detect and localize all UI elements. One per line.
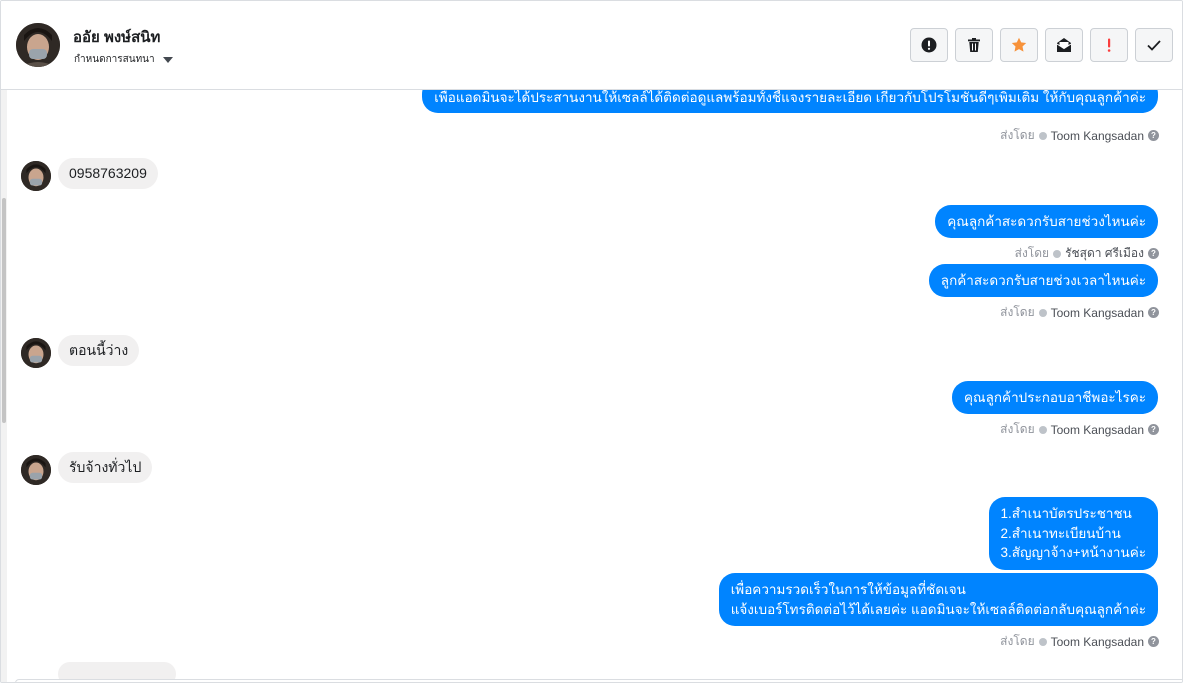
message-text: 0958763209 [69,165,147,181]
sent-by-label: ส่งโดย [1000,128,1035,142]
sent-by-line: ส่งโดย Toom Kangsadan ? [1000,632,1159,651]
sent-by-label: ส่งโดย [1000,422,1035,436]
delete-button[interactable] [955,28,993,62]
trash-icon [968,38,980,52]
conversation-options-dropdown[interactable]: กำหนดการสนทนา [74,52,173,67]
sent-by-line: ส่งโดย Toom Kangsadan ? [1000,126,1159,145]
incoming-message: ตอนนี้ว่าง [58,335,140,366]
sent-by-label: ส่งโดย [1000,305,1035,319]
outgoing-message: ลูกค้าสะดวกรับสายช่วงเวลาไหนค่ะ [928,264,1158,297]
message-text: ลูกค้าสะดวกรับสายช่วงเวลาไหนค่ะ [940,273,1146,288]
message-line: 2.สำเนาทะเบียนบ้าน [1000,525,1121,541]
incoming-message-partial [58,662,176,679]
help-icon[interactable]: ? [1148,424,1159,435]
help-icon[interactable]: ? [1148,130,1159,141]
contact-avatar-small [21,455,51,485]
message-line: 1.สำเนาบัตรประชาชน [1000,506,1132,521]
sent-by-line: ส่งโดย Toom Kangsadan ? [1000,420,1159,439]
verified-icon [1038,637,1047,646]
outgoing-message: เพื่อความรวดเร็วในการให้ข้อมูลที่ชัดเจน … [718,573,1158,626]
message-line: แจ้งเบอร์โทรติดต่อไว้ได้เลยค่ะ แอดมินจะใ… [730,601,1146,617]
sent-by-line: ส่งโดย รัชสุดา ศรีเมือง ? [1015,244,1159,263]
outgoing-message: เพื่อแอดมินจะได้ประสานงานให้เซลล์ได้ติดต… [422,90,1158,113]
alert-circle-icon [921,37,937,53]
contact-avatar-small [21,338,51,368]
mark-unread-icon [1056,38,1072,52]
caret-down-icon [162,56,173,63]
agent-name: รัชสุดา ศรีเมือง [1065,246,1144,260]
help-icon[interactable]: ? [1148,636,1159,647]
outgoing-message: 1.สำเนาบัตรประชาชน 2.สำเนาทะเบียนบ้าน 3.… [988,497,1158,570]
message-text: รับจ้างทั่วไป [69,459,142,475]
verified-icon [1038,131,1047,140]
message-text: ตอนนี้ว่าง [69,342,129,358]
star-icon [1011,37,1027,52]
agent-name: Toom Kangsadan [1050,634,1144,649]
outgoing-message: คุณลูกค้าประกอบอาชีพอะไรคะ [952,381,1158,414]
follow-up-button[interactable] [1090,28,1128,62]
conversation-header: ออัย พงษ์สนิท กำหนดการสนทนา [1,1,1182,90]
incoming-message: รับจ้างทั่วไป [58,452,153,483]
message-line: เพื่อความรวดเร็วในการให้ข้อมูลที่ชัดเจน [730,582,966,597]
conversation-actions [910,28,1173,62]
agent-name: Toom Kangsadan [1050,128,1144,143]
sent-by-label: ส่งโดย [1000,634,1035,648]
message-line: 3.สัญญาจ้าง+หน้างานค่ะ [1000,545,1146,560]
sent-by-label: ส่งโดย [1014,246,1050,260]
contact-avatar[interactable] [16,23,60,67]
mark-done-button[interactable] [1135,28,1173,62]
message-text: คุณลูกค้าประกอบอาชีพอะไรคะ [964,390,1146,405]
agent-name: Toom Kangsadan [1050,422,1144,437]
conversation-window: ออัย พงษ์สนิท กำหนดการสนทนา เพื่อแอดมินจ… [0,0,1183,683]
star-button[interactable] [1000,28,1038,62]
important-icon [1107,38,1111,52]
message-text: คุณลูกค้าสะดวกรับสายช่วงไหนค่ะ [947,214,1146,229]
outgoing-message: คุณลูกค้าสะดวกรับสายช่วงไหนค่ะ [935,205,1158,238]
verified-icon [1053,249,1062,258]
contact-name: ออัย พงษ์สนิท [73,29,161,46]
help-icon[interactable]: ? [1148,248,1159,259]
incoming-message: 0958763209 [58,158,158,189]
mark-unread-button[interactable] [1045,28,1083,62]
message-composer[interactable] [15,679,1182,682]
agent-name: Toom Kangsadan [1050,305,1144,320]
verified-icon [1038,308,1047,317]
message-text: เพื่อแอดมินจะได้ประสานงานให้เซลล์ได้ติดต… [434,90,1146,105]
conversation-options-label: กำหนดการสนทนา [74,54,155,65]
message-thread[interactable]: เพื่อแอดมินจะได้ประสานงานให้เซลล์ได้ติดต… [1,90,1182,679]
contact-avatar-small [21,161,51,191]
sent-by-line: ส่งโดย Toom Kangsadan ? [1000,303,1159,322]
checkmark-icon [1147,40,1161,51]
help-icon[interactable]: ? [1148,307,1159,318]
verified-icon [1038,425,1047,434]
spam-button[interactable] [910,28,948,62]
